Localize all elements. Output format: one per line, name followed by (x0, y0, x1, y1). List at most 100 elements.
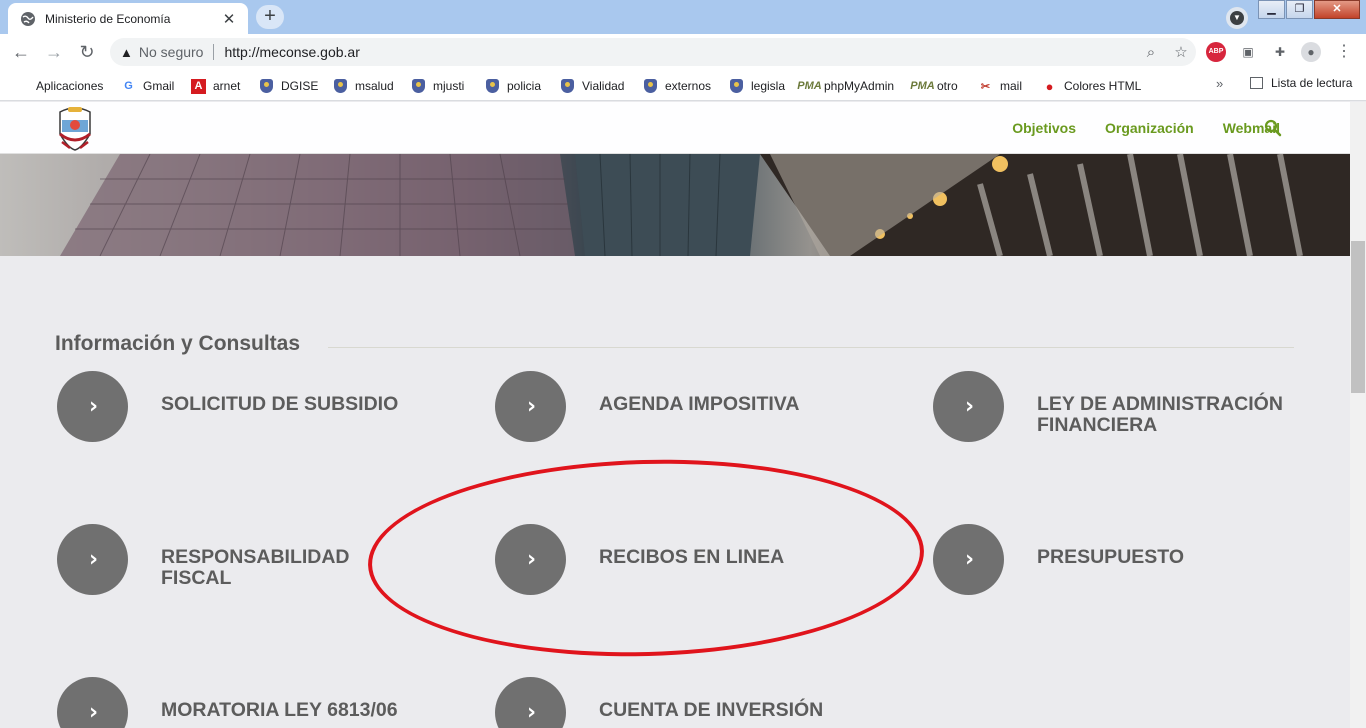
reload-button[interactable]: ↻ (75, 40, 99, 64)
more-bookmarks-icon[interactable]: » (1216, 76, 1223, 91)
bookmark-externos[interactable]: externos (643, 76, 711, 96)
province-seal-logo[interactable] (52, 104, 98, 152)
pma-icon: PMA (910, 80, 935, 92)
scrollbar-thumb[interactable] (1351, 241, 1365, 393)
bookmark-label: arnet (213, 79, 241, 93)
close-tab-icon[interactable]: ✕ (220, 10, 238, 28)
shield-icon (411, 79, 426, 94)
profile-avatar-icon[interactable]: ● (1301, 42, 1321, 62)
bookmark-gmail[interactable]: G Gmail (121, 76, 174, 96)
bookmark-colores-html[interactable]: ● Colores HTML (1042, 76, 1142, 96)
bookmark-label: mail (1000, 79, 1023, 93)
item-arrow-button[interactable]: › (933, 524, 1004, 595)
bookmark-msalud[interactable]: msalud (333, 76, 394, 96)
reading-list-button[interactable]: Lista de lectura (1250, 76, 1352, 90)
item-solicitud-de-subsidio[interactable]: › SOLICITUD DE SUBSIDIO (57, 371, 421, 442)
new-tab-button[interactable]: + (256, 5, 284, 29)
item-moratoria-ley[interactable]: › MORATORIA LEY 6813/06 (57, 677, 421, 728)
bookmark-label: DGISE (281, 79, 319, 93)
item-label[interactable]: MORATORIA LEY 6813/06 (161, 700, 421, 721)
bookmark-label: Colores HTML (1064, 79, 1142, 93)
bookmark-label: legisla (751, 79, 786, 93)
item-label[interactable]: SOLICITUD DE SUBSIDIO (161, 394, 421, 415)
security-label[interactable]: No seguro (139, 44, 204, 60)
tab-title: Ministerio de Economía (45, 11, 171, 26)
bookmark-dgise[interactable]: DGISE (259, 76, 318, 96)
chevron-right-icon: › (88, 700, 99, 725)
bookmark-label: mjusti (433, 79, 465, 93)
bookmark-mail[interactable]: ✂ mail (978, 76, 1022, 96)
forward-button[interactable]: → (42, 40, 66, 64)
bookmark-label: msalud (355, 79, 394, 93)
tab-search-button[interactable]: ▼ (1226, 7, 1248, 29)
shield-icon (485, 79, 500, 94)
bookmark-star-icon[interactable]: ☆ (1166, 43, 1196, 61)
item-arrow-button[interactable]: › (57, 677, 128, 728)
item-label[interactable]: RESPONSABILIDAD FISCAL (161, 547, 371, 589)
item-label[interactable]: PRESUPUESTO (1037, 547, 1297, 568)
arnet-icon: A (191, 78, 206, 94)
shield-icon (560, 79, 575, 94)
url-text[interactable]: http://meconse.gob.ar (224, 44, 1136, 60)
item-ley-de-administracion-financiera[interactable]: › LEY DE ADMINISTRACIÓN FINANCIERA (933, 371, 1297, 442)
extension-icon[interactable]: ▣ (1238, 42, 1258, 62)
chevron-right-icon: › (88, 547, 99, 572)
item-agenda-impositiva[interactable]: › AGENDA IMPOSITIVA (495, 371, 859, 442)
pma-icon: PMA (797, 80, 822, 92)
omnibox-divider (213, 44, 215, 60)
shield-icon (259, 79, 274, 94)
chevron-right-icon: › (964, 547, 975, 572)
item-responsabilidad-fiscal[interactable]: › RESPONSABILIDAD FISCAL (57, 524, 371, 595)
page-scrollbar[interactable] (1350, 102, 1366, 728)
bookmark-policia[interactable]: policia (485, 76, 541, 96)
warning-icon[interactable]: ▲ (120, 45, 133, 60)
bookmark-mjusti[interactable]: mjusti (411, 76, 464, 96)
puzzle-extensions-icon[interactable]: ✚ (1270, 42, 1290, 62)
item-arrow-button[interactable]: › (933, 371, 1004, 442)
bookmark-label: Gmail (143, 79, 175, 93)
item-arrow-button[interactable]: › (57, 524, 128, 595)
browser-tab[interactable]: Ministerio de Economía ✕ (8, 3, 248, 34)
bookmark-legisla[interactable]: legisla (729, 76, 785, 96)
item-label[interactable]: AGENDA IMPOSITIVA (599, 394, 859, 415)
zoom-icon[interactable]: ⌕ (1136, 44, 1166, 61)
bookmark-otro[interactable]: PMA otro (910, 76, 957, 96)
bookmark-label: Aplicaciones (36, 79, 104, 93)
item-label[interactable]: CUENTA DE INVERSIÓN (599, 700, 859, 721)
item-arrow-button[interactable]: › (495, 371, 566, 442)
apps-grid-icon (14, 79, 29, 94)
maximize-button[interactable]: ❐ (1286, 0, 1313, 19)
bookmark-label: externos (665, 79, 712, 93)
globe-icon (21, 11, 35, 26)
minimize-button[interactable]: ▁ (1258, 0, 1285, 19)
nav-organizacion[interactable]: Organización (1105, 120, 1194, 136)
item-presupuesto[interactable]: › PRESUPUESTO (933, 524, 1297, 595)
bookmark-phpmyadmin[interactable]: PMA phpMyAdmin (797, 76, 894, 96)
bookmark-aplicaciones[interactable]: Aplicaciones (14, 76, 103, 96)
back-button[interactable]: ← (9, 40, 33, 64)
google-icon: G (124, 80, 133, 92)
tab-strip: Ministerio de Economía ✕ + ▼ ▁ ❐ ✕ (0, 0, 1366, 34)
item-cuenta-de-inversion[interactable]: › CUENTA DE INVERSIÓN (495, 677, 859, 728)
bookmark-vialidad[interactable]: Vialidad (560, 76, 624, 96)
buildings-photo (60, 154, 1350, 256)
item-arrow-button[interactable]: › (57, 371, 128, 442)
browser-toolbar: ← → ↻ ▲ No seguro http://meconse.gob.ar … (0, 34, 1366, 70)
chevron-right-icon: › (88, 394, 99, 419)
section-divider (328, 347, 1294, 348)
item-label[interactable]: LEY DE ADMINISTRACIÓN FINANCIERA (1037, 394, 1297, 436)
chevron-right-icon: › (964, 394, 975, 419)
close-window-button[interactable]: ✕ (1314, 0, 1360, 19)
address-bar[interactable]: ▲ No seguro http://meconse.gob.ar ⌕ ☆ (110, 38, 1196, 66)
site-nav: Objetivos Organización Webmail (1012, 120, 1280, 136)
chevron-right-icon: › (526, 394, 537, 419)
search-icon[interactable] (1264, 119, 1282, 137)
bookmark-arnet[interactable]: A arnet (191, 76, 240, 96)
adblock-plus-icon[interactable]: ABP (1206, 42, 1226, 62)
chevron-down-icon: ▼ (1230, 11, 1244, 25)
nav-objetivos[interactable]: Objetivos (1012, 120, 1076, 136)
kebab-menu-icon[interactable]: ⋮ (1334, 42, 1354, 62)
hero-image (0, 154, 1350, 256)
tools-icon: ✂ (980, 80, 991, 93)
item-arrow-button[interactable]: › (495, 677, 566, 728)
